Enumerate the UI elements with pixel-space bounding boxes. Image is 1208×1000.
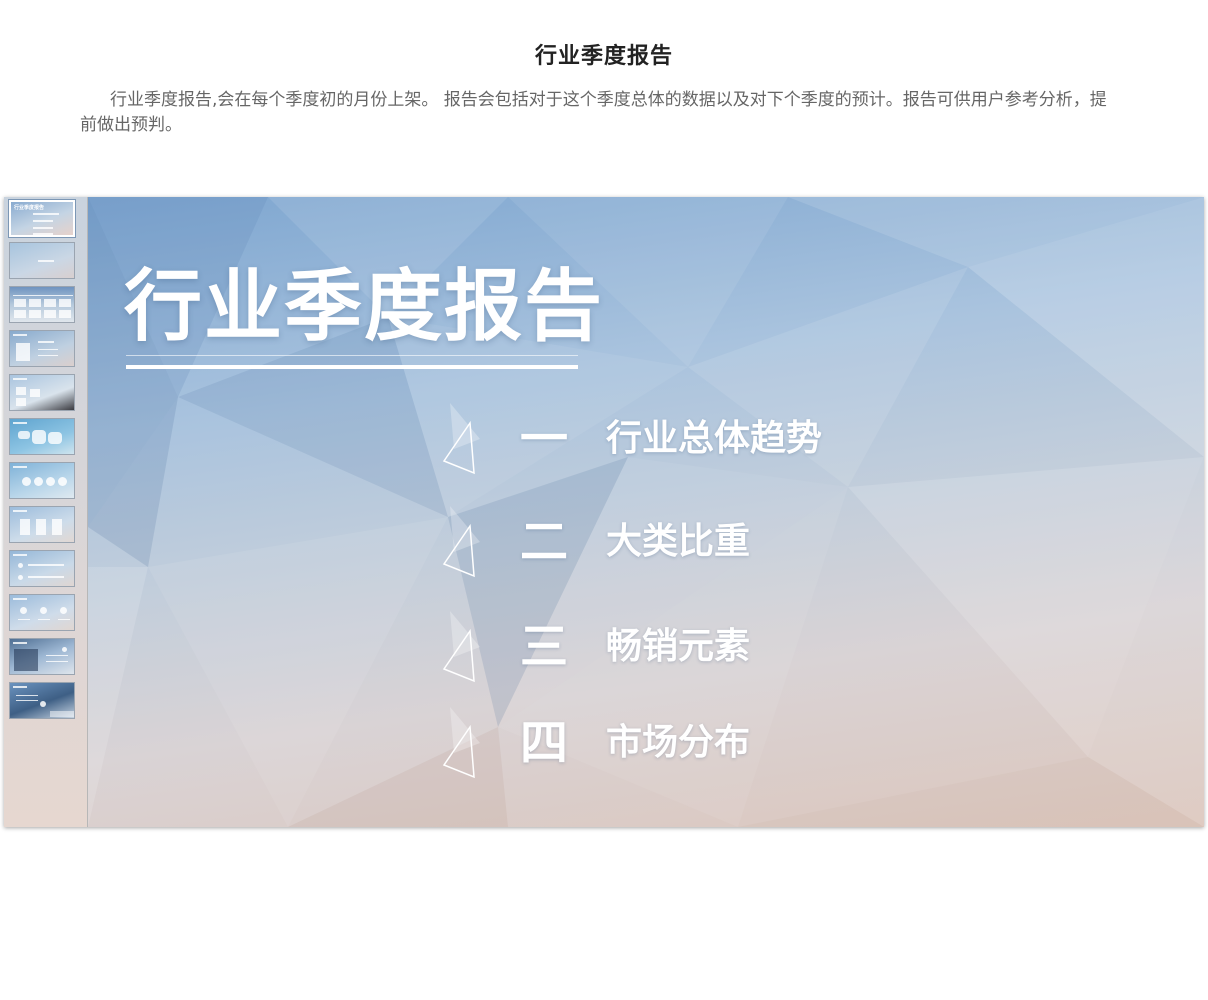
slide-thumbnail-6[interactable] — [9, 418, 75, 455]
slide-thumbnail-11[interactable] — [9, 638, 75, 675]
triangle-icon — [442, 707, 480, 779]
triangle-icon — [442, 403, 480, 475]
toc-label: 畅销元素 — [606, 626, 751, 667]
page-title: 行业季度报告 — [534, 44, 673, 69]
slide-thumbnail-10[interactable] — [9, 594, 75, 631]
slide-thumbnail-8[interactable] — [9, 506, 75, 543]
slide-thumbnail-1[interactable]: 行业季度报告 — [8, 199, 76, 238]
slide-thumbnail-3[interactable] — [9, 286, 75, 323]
toc-item-2[interactable]: 二 大类比重 — [438, 502, 958, 582]
slide-canvas[interactable]: 行业季度报告 一 行业总体趋势 二 大类比重 三 畅销元素 四 市场分布 — [88, 197, 1204, 827]
presentation-viewer: 行业季度报告 行业季度报告 一 行业总体趋势 二 大类比重 三 畅销元素 四 市… — [4, 197, 1204, 827]
title-underline — [126, 365, 578, 369]
page-description: 行业季度报告,会在每个季度初的月份上架。 报告会包括对于这个季度总体的数据以及对… — [80, 90, 1107, 135]
title-underline-thin — [126, 355, 578, 356]
triangle-icon — [442, 506, 480, 578]
toc-number: 四 — [520, 715, 569, 771]
slide-thumbnail-panel[interactable]: 行业季度报告 — [4, 197, 88, 827]
triangle-icon — [442, 611, 480, 683]
toc-number: 三 — [520, 619, 569, 675]
slide-thumbnail-2[interactable] — [9, 242, 75, 279]
toc-label: 行业总体趋势 — [606, 418, 823, 459]
thumbnail-title: 行业季度报告 — [14, 205, 45, 211]
slide-thumbnail-9[interactable] — [9, 550, 75, 587]
toc-label: 大类比重 — [606, 521, 751, 562]
slide-thumbnail-7[interactable] — [9, 462, 75, 499]
slide-title: 行业季度报告 — [124, 262, 605, 352]
slide-thumbnail-4[interactable] — [9, 330, 75, 367]
toc-number: 二 — [520, 514, 569, 570]
toc-item-4[interactable]: 四 市场分布 — [438, 703, 958, 783]
toc-label: 市场分布 — [606, 722, 751, 763]
slide-thumbnail-5[interactable] — [9, 374, 75, 411]
toc-item-3[interactable]: 三 畅销元素 — [438, 607, 958, 687]
toc-number: 一 — [520, 411, 569, 467]
toc-item-1[interactable]: 一 行业总体趋势 — [438, 399, 958, 479]
slide-thumbnail-12[interactable] — [9, 682, 75, 719]
